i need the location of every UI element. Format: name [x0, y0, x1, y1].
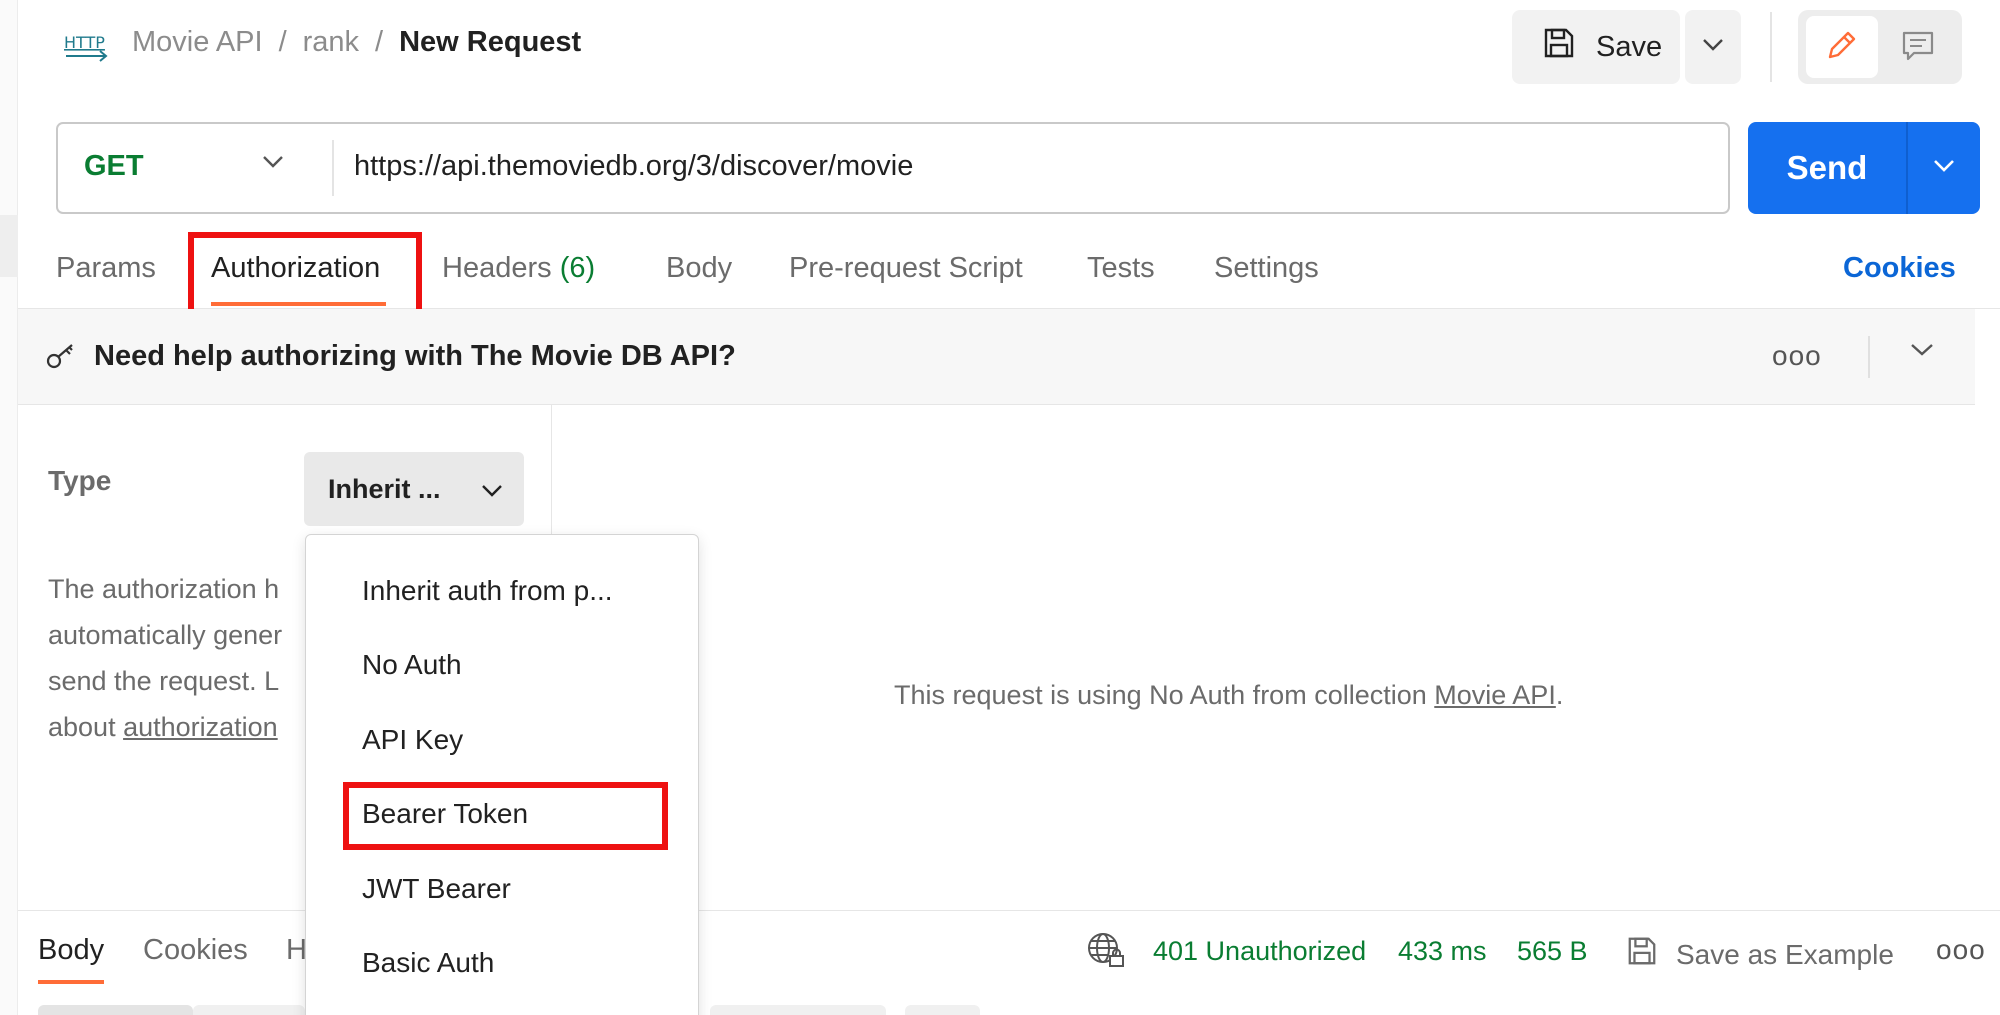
response-tab-body[interactable]: Body [38, 934, 104, 967]
url-input[interactable]: https://api.themoviedb.org/3/discover/mo… [354, 150, 913, 183]
save-icon [1626, 934, 1658, 975]
no-auth-prefix: This request is using No Auth from colle… [894, 680, 1435, 710]
svg-text:HTTP: HTTP [64, 33, 105, 52]
response-time[interactable]: 433 ms [1398, 936, 1487, 967]
no-auth-message: This request is using No Auth from colle… [894, 680, 1563, 711]
send-options-button[interactable] [1906, 122, 1980, 214]
tab-settings[interactable]: Settings [1214, 252, 1319, 285]
chevron-down-icon [1702, 38, 1724, 57]
pencil-icon [1824, 27, 1860, 68]
no-auth-suffix: . [1555, 680, 1564, 710]
comment-icon [1900, 27, 1936, 68]
chevron-down-icon[interactable] [1910, 343, 1934, 362]
edit-mode-button[interactable] [1806, 16, 1878, 78]
tab-headers-label: Headers [442, 252, 552, 284]
response-size[interactable]: 565 B [1517, 936, 1588, 967]
save-icon [1542, 26, 1576, 68]
breadcrumb-folder[interactable]: rank [303, 26, 359, 59]
cookies-link[interactable]: Cookies [1843, 252, 1956, 285]
comments-button[interactable] [1882, 16, 1954, 78]
auth-description-line: about authorization [48, 704, 338, 750]
save-options-button[interactable] [1685, 10, 1741, 84]
auth-type-value: Inherit ... [328, 473, 441, 504]
banner-divider [1868, 336, 1870, 378]
send-button[interactable]: Send [1748, 122, 1906, 214]
response-active-tab-indicator [38, 980, 104, 984]
more-options-icon[interactable]: ooo [1772, 340, 1822, 372]
method-select[interactable]: GET [84, 150, 144, 183]
auth-description-line: The authorization h [48, 574, 280, 604]
globe-lock-icon[interactable] [1086, 930, 1126, 975]
dropdown-option-inherit[interactable]: Inherit auth from p... [362, 575, 613, 607]
tab-body[interactable]: Body [666, 252, 732, 285]
response-format-pill[interactable] [38, 1005, 193, 1015]
response-format-pill[interactable] [193, 1005, 305, 1015]
response-format-pill[interactable] [905, 1005, 980, 1015]
key-icon [46, 340, 76, 375]
help-banner-text[interactable]: Need help authorizing with The Movie DB … [94, 340, 736, 373]
response-tab-headers[interactable]: H [286, 934, 307, 967]
sidebar-edge-marker [0, 215, 18, 277]
dropdown-option-jwt-bearer[interactable]: JWT Bearer [362, 873, 511, 905]
breadcrumb-collection[interactable]: Movie API [132, 26, 263, 59]
left-sidebar-edge [0, 0, 18, 1015]
auth-description: The authorization h automatically gener … [48, 566, 338, 750]
save-label: Save [1596, 30, 1663, 63]
auth-type-label: Type [48, 465, 112, 496]
auth-description-prefix: about [48, 712, 124, 742]
authorization-docs-link[interactable]: authorization [123, 712, 278, 742]
tab-tests[interactable]: Tests [1087, 252, 1155, 285]
http-request-icon: HTTP [62, 28, 114, 66]
auth-description-line: automatically gener [48, 620, 283, 650]
more-options-icon[interactable]: ooo [1936, 934, 1986, 966]
save-as-example-label: Save as Example [1676, 938, 1894, 970]
url-divider [332, 140, 334, 196]
breadcrumb-separator: / [375, 26, 384, 58]
tab-headers[interactable]: Headers (6) [442, 252, 595, 285]
chevron-down-icon[interactable] [262, 155, 284, 174]
chevron-down-icon [481, 474, 503, 505]
tab-params[interactable]: Params [56, 252, 156, 285]
breadcrumb-separator: / [278, 26, 287, 58]
response-format-pill[interactable] [710, 1005, 886, 1015]
dropdown-option-api-key[interactable]: API Key [362, 724, 463, 756]
auth-description-line: send the request. L [48, 666, 280, 696]
breadcrumb: Movie API / rank / New Request [132, 26, 581, 59]
headers-count: (6) [559, 252, 596, 284]
chevron-down-icon [1933, 159, 1955, 178]
response-status[interactable]: 401 Unauthorized [1153, 936, 1366, 967]
highlight-box-bearer-token [343, 782, 668, 850]
collection-link[interactable]: Movie API [1434, 680, 1556, 710]
save-as-example-button[interactable]: Save as Example [1626, 934, 1894, 975]
save-button[interactable]: Save [1512, 10, 1680, 84]
auth-type-select[interactable]: Inherit ... [304, 452, 524, 526]
breadcrumb-request-name[interactable]: New Request [399, 26, 581, 59]
response-tab-cookies[interactable]: Cookies [143, 934, 248, 967]
header-divider [1770, 12, 1772, 82]
dropdown-option-no-auth[interactable]: No Auth [362, 649, 462, 681]
tab-pre-request-script[interactable]: Pre-request Script [789, 252, 1023, 285]
dropdown-option-basic-auth[interactable]: Basic Auth [362, 947, 494, 979]
